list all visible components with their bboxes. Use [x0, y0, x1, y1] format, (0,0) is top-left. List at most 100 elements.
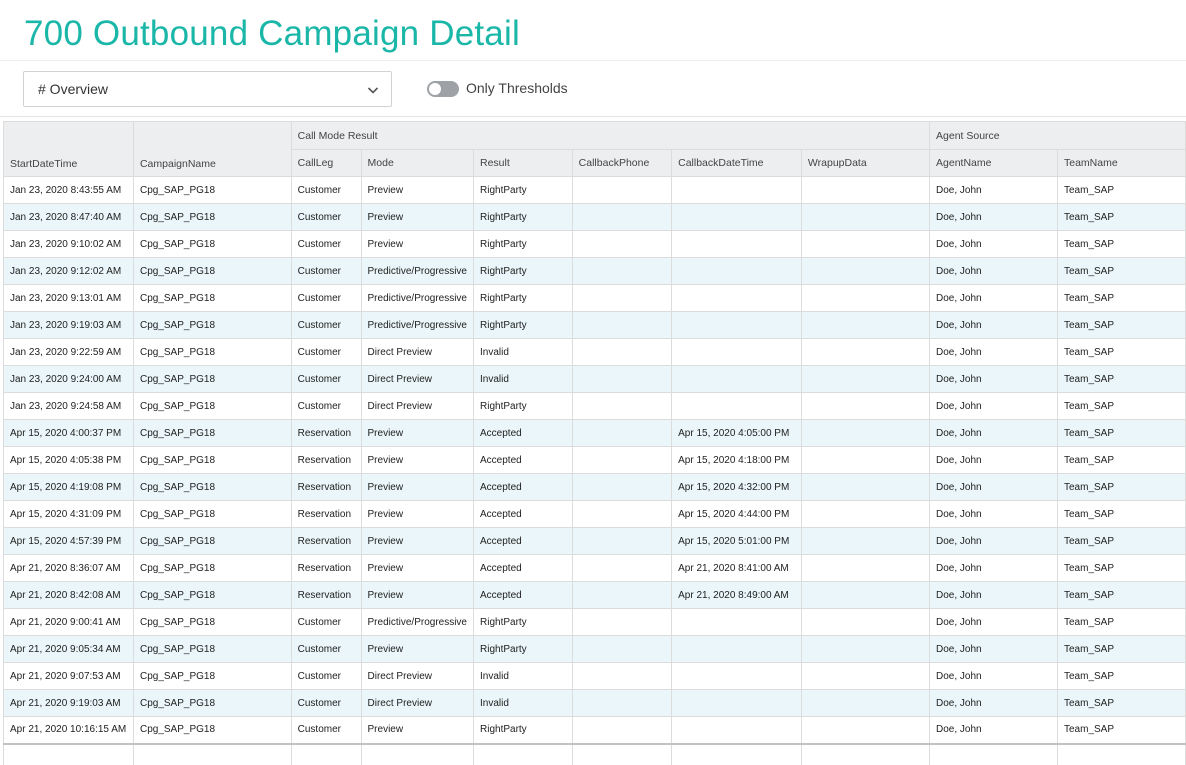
cell-empty [671, 742, 802, 765]
cell-empty [929, 742, 1058, 765]
cell-callleg: Customer [290, 284, 362, 312]
cell-result: Invalid [473, 689, 573, 717]
cell-wrapupdata [800, 608, 931, 636]
cell-callleg: Customer [290, 311, 362, 339]
cell-teamname: Team_SAP [1057, 257, 1186, 285]
cell-callbackphone [571, 581, 673, 609]
cell-callleg: Reservation [290, 581, 362, 609]
table-row[interactable]: Apr 21, 2020 9:00:41 AM Cpg_SAP_PG18 Custo… [3, 608, 1186, 636]
cell-startdatetime: Apr 15, 2020 4:05:38 PM [3, 446, 134, 474]
cell-callbackphone [571, 419, 673, 447]
cell-agentname: Doe, John [929, 284, 1058, 312]
table-row[interactable]: Apr 21, 2020 8:42:08 AM Cpg_SAP_PG18 Reser… [3, 581, 1186, 609]
cell-agentname: Doe, John [929, 365, 1058, 393]
cell-agentname: Doe, John [929, 230, 1058, 258]
table-row[interactable]: Jan 23, 2020 9:22:59 AM Cpg_SAP_PG18 Custo… [3, 338, 1186, 366]
cell-wrapupdata [800, 716, 931, 744]
cell-campaignname: Cpg_SAP_PG18 [132, 554, 292, 582]
cell-campaignname: Cpg_SAP_PG18 [132, 581, 292, 609]
table-row[interactable]: Apr 15, 2020 4:19:08 PM Cpg_SAP_PG18 Reser… [3, 473, 1186, 501]
cell-wrapupdata [800, 257, 931, 285]
cell-wrapupdata [800, 419, 931, 447]
table-row[interactable]: Apr 15, 2020 4:05:38 PM Cpg_SAP_PG18 Reser… [3, 446, 1186, 474]
column-header-callbackphone[interactable]: CallbackPhone [571, 149, 673, 177]
table-row[interactable]: Apr 21, 2020 9:19:03 AM Cpg_SAP_PG18 Custo… [3, 689, 1186, 717]
cell-campaignname: Cpg_SAP_PG18 [132, 527, 292, 555]
cell-callleg: Customer [290, 716, 362, 744]
cell-agentname: Doe, John [929, 311, 1058, 339]
table-row[interactable]: Apr 21, 2020 9:07:53 AM Cpg_SAP_PG18 Custo… [3, 662, 1186, 690]
cell-callbackdatetime: Apr 15, 2020 4:18:00 PM [671, 446, 802, 474]
cell-callbackdatetime [671, 662, 802, 690]
cell-result: RightParty [473, 176, 573, 204]
cell-wrapupdata [800, 392, 931, 420]
cell-campaignname: Cpg_SAP_PG18 [132, 392, 292, 420]
table-row[interactable]: Jan 23, 2020 9:24:58 AM Cpg_SAP_PG18 Custo… [3, 392, 1186, 420]
column-header-teamname[interactable]: TeamName [1057, 149, 1186, 177]
cell-wrapupdata [800, 230, 931, 258]
only-thresholds-toggle[interactable] [427, 81, 459, 97]
cell-result: Invalid [473, 662, 573, 690]
cell-callbackphone [571, 392, 673, 420]
cell-result: RightParty [473, 284, 573, 312]
table-row[interactable]: Jan 23, 2020 9:19:03 AM Cpg_SAP_PG18 Custo… [3, 311, 1186, 339]
table-row[interactable]: Jan 23, 2020 9:24:00 AM Cpg_SAP_PG18 Custo… [3, 365, 1186, 393]
cell-teamname: Team_SAP [1057, 689, 1186, 717]
column-header-callleg[interactable]: CallLeg [290, 149, 362, 177]
cell-startdatetime: Jan 23, 2020 9:19:03 AM [3, 311, 134, 339]
cell-callbackdatetime: Apr 15, 2020 5:01:00 PM [671, 527, 802, 555]
cell-teamname: Team_SAP [1057, 635, 1186, 663]
table-row[interactable]: Jan 23, 2020 9:10:02 AM Cpg_SAP_PG18 Custo… [3, 230, 1186, 258]
cell-startdatetime: Apr 21, 2020 8:42:08 AM [3, 581, 134, 609]
table-row[interactable]: Jan 23, 2020 8:43:55 AM Cpg_SAP_PG18 Custo… [3, 176, 1186, 204]
cell-callbackdatetime: Apr 21, 2020 8:41:00 AM [671, 554, 802, 582]
cell-callbackdatetime [671, 257, 802, 285]
table-row[interactable]: Apr 21, 2020 10:16:15 AM Cpg_SAP_PG18 Cust… [3, 716, 1186, 744]
cell-wrapupdata [800, 203, 931, 231]
table-row[interactable]: Apr 15, 2020 4:31:09 PM Cpg_SAP_PG18 Reser… [3, 500, 1186, 528]
table-row[interactable]: Apr 21, 2020 8:36:07 AM Cpg_SAP_PG18 Reser… [3, 554, 1186, 582]
cell-campaignname: Cpg_SAP_PG18 [132, 311, 292, 339]
cell-campaignname: Cpg_SAP_PG18 [132, 689, 292, 717]
cell-teamname: Team_SAP [1057, 203, 1186, 231]
cell-agentname: Doe, John [929, 392, 1058, 420]
cell-callbackphone [571, 662, 673, 690]
column-header-campaignname[interactable]: CampaignName [132, 149, 292, 177]
cell-startdatetime: Jan 23, 2020 8:47:40 AM [3, 203, 134, 231]
cell-mode: Preview [360, 554, 475, 582]
cell-empty [800, 742, 931, 765]
cell-mode: Preview [360, 473, 475, 501]
cell-result: Accepted [473, 446, 573, 474]
column-header-agentname[interactable]: AgentName [929, 149, 1058, 177]
cell-callbackphone [571, 257, 673, 285]
column-header-result[interactable]: Result [473, 149, 573, 177]
cell-empty [473, 742, 573, 765]
cell-empty [290, 742, 362, 765]
cell-mode: Predictive/Progressive [360, 284, 475, 312]
view-select-dropdown[interactable]: # Overview [23, 71, 392, 107]
column-header-mode[interactable]: Mode [360, 149, 475, 177]
column-header-startdatetime[interactable]: StartDateTime [3, 149, 134, 177]
cell-callbackdatetime: Apr 15, 2020 4:44:00 PM [671, 500, 802, 528]
cell-startdatetime: Apr 21, 2020 9:07:53 AM [3, 662, 134, 690]
cell-campaignname: Cpg_SAP_PG18 [132, 338, 292, 366]
cell-campaignname: Cpg_SAP_PG18 [132, 635, 292, 663]
table-row[interactable]: Apr 15, 2020 4:00:37 PM Cpg_SAP_PG18 Reser… [3, 419, 1186, 447]
table-row[interactable]: Jan 23, 2020 9:12:02 AM Cpg_SAP_PG18 Custo… [3, 257, 1186, 285]
cell-callleg: Customer [290, 635, 362, 663]
column-header-wrapupdata[interactable]: WrapupData [800, 149, 931, 177]
table-row[interactable]: Jan 23, 2020 9:13:01 AM Cpg_SAP_PG18 Custo… [3, 284, 1186, 312]
cell-teamname: Team_SAP [1057, 527, 1186, 555]
table-row[interactable]: Apr 21, 2020 9:05:34 AM Cpg_SAP_PG18 Custo… [3, 635, 1186, 663]
column-header-callbackdatetime[interactable]: CallbackDateTime [671, 149, 802, 177]
cell-callbackdatetime [671, 311, 802, 339]
cell-agentname: Doe, John [929, 257, 1058, 285]
cell-startdatetime: Apr 21, 2020 9:00:41 AM [3, 608, 134, 636]
cell-callleg: Customer [290, 257, 362, 285]
cell-callleg: Customer [290, 230, 362, 258]
cell-campaignname: Cpg_SAP_PG18 [132, 176, 292, 204]
cell-mode: Predictive/Progressive [360, 608, 475, 636]
cell-callbackdatetime: Apr 15, 2020 4:05:00 PM [671, 419, 802, 447]
table-row[interactable]: Jan 23, 2020 8:47:40 AM Cpg_SAP_PG18 Custo… [3, 203, 1186, 231]
table-row[interactable]: Apr 15, 2020 4:57:39 PM Cpg_SAP_PG18 Reser… [3, 527, 1186, 555]
